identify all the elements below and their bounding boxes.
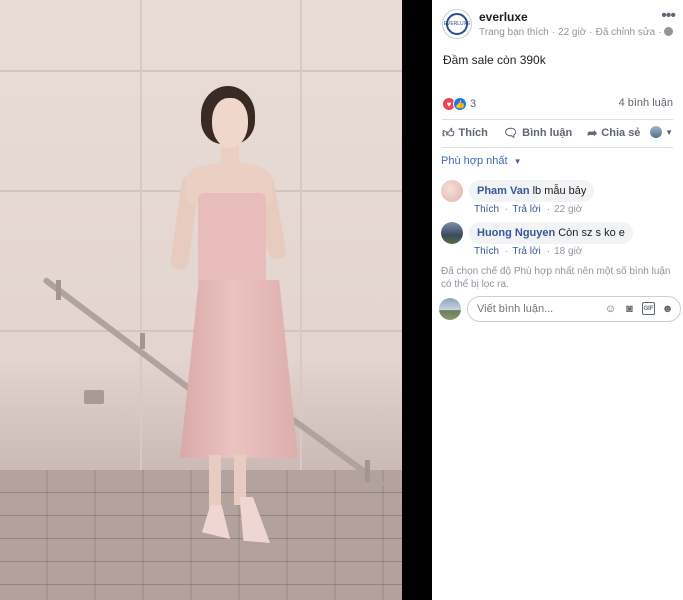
post-panel: EVERLUXE everluxe Trang bạn thích · 22 giờ… <box>432 0 683 600</box>
thumbs-up-icon: 👍︎ <box>442 125 455 140</box>
comment-reply-link[interactable]: Trả lời <box>512 204 540 215</box>
sort-label: Phù hợp nhất <box>441 155 508 167</box>
like-reaction-icon: 👍 <box>453 97 467 111</box>
wall-plaque <box>84 390 104 404</box>
comment-icon: 🗨︎ <box>502 126 519 140</box>
wall-seam <box>300 0 302 470</box>
globe-icon <box>664 27 674 36</box>
divider <box>442 147 673 148</box>
like-label: Thích <box>458 127 488 139</box>
gif-icon[interactable]: GIF <box>642 302 655 315</box>
comment-count[interactable]: 4 bình luận <box>619 97 673 109</box>
rail-post <box>140 333 145 349</box>
wall-seam <box>140 0 142 470</box>
brand-logo: EVERLUXE <box>444 13 470 35</box>
comment-input[interactable] <box>477 303 587 315</box>
comment-text: lb mẫu bảy <box>532 185 587 197</box>
camera-icon[interactable]: ◙ <box>623 302 636 315</box>
share-button[interactable]: ➦ Chia sẻ <box>587 126 640 140</box>
figure-neck <box>221 145 239 171</box>
comment-like-link[interactable]: Thích <box>474 246 499 257</box>
page-name[interactable]: everluxe <box>479 10 528 24</box>
page-avatar[interactable]: EVERLUXE <box>442 9 472 39</box>
dress-skirt <box>180 280 298 458</box>
comment-label: Bình luận <box>522 127 573 139</box>
chevron-down-icon: ▼ <box>665 127 673 137</box>
comment-author[interactable]: Huong Nguyen <box>477 227 555 239</box>
comment-bubble: Huong Nguyen Còn sz s ko e <box>469 222 633 244</box>
photo-image <box>0 0 402 600</box>
liked-page-label: Trang bạn thích <box>479 27 549 38</box>
sticker-icon[interactable]: ☻ <box>661 302 674 315</box>
comment-reply-link[interactable]: Trả lời <box>512 246 540 257</box>
reactions-summary[interactable]: ♥ 👍 3 <box>442 96 476 112</box>
figure-face <box>212 98 248 148</box>
action-bar: 👍︎ Thích 🗨︎ Bình luận ➦ Chia sẻ ▼ <box>442 120 673 146</box>
like-button[interactable]: 👍︎ Thích <box>442 126 488 141</box>
wall-seam <box>0 70 402 72</box>
edited-label[interactable]: Đã chỉnh sửa <box>596 27 656 38</box>
comment-button[interactable]: 🗨︎ Bình luận <box>503 126 572 140</box>
comment-meta: Thích · Trả lời · 18 giờ <box>474 246 583 257</box>
comment-text: Còn sz s ko e <box>558 227 625 239</box>
rail-post <box>56 280 61 300</box>
post-time[interactable]: 22 giờ <box>558 27 586 38</box>
post-header: EVERLUXE everluxe Trang bạn thích · 22 giờ… <box>442 8 676 43</box>
comment-time[interactable]: 18 giờ <box>554 246 582 257</box>
comment-time[interactable]: 22 giờ <box>554 204 582 215</box>
share-label: Chia sẻ <box>601 127 641 139</box>
avatar[interactable] <box>441 222 463 244</box>
share-icon: ➦ <box>587 126 598 140</box>
post-meta: Trang bạn thích · 22 giờ · Đã chỉnh sửa · <box>479 27 676 38</box>
comment-composer: ☺ ◙ GIF ☻ <box>439 296 681 322</box>
comment-author[interactable]: Pham Van <box>477 185 530 197</box>
comment-sort-dropdown[interactable]: Phù hợp nhất ▼ <box>441 155 522 167</box>
reaction-count: 3 <box>470 98 477 110</box>
rail-post <box>365 460 370 482</box>
user-avatar <box>650 126 663 138</box>
comment-like-link[interactable]: Thích <box>474 204 499 215</box>
comment-box[interactable]: ☺ ◙ GIF ☻ <box>467 296 681 322</box>
comment-bubble: Pham Van lb mẫu bảy <box>469 180 595 202</box>
avatar[interactable] <box>441 180 463 202</box>
post-as-selector[interactable]: ▼ <box>650 126 673 138</box>
filter-note: Đã chọn chế độ Phù hợp nhất nên một số b… <box>441 266 671 290</box>
comment-meta: Thích · Trả lời · 22 giờ <box>474 204 583 215</box>
dress-bodice <box>198 193 266 285</box>
chevron-down-icon: ▼ <box>513 157 522 166</box>
handrail-left <box>42 276 198 396</box>
paved-ground-lines <box>0 470 402 600</box>
avatar <box>439 298 461 320</box>
post-photo[interactable] <box>0 0 432 600</box>
emoji-icon[interactable]: ☺ <box>604 302 617 315</box>
post-caption: Đầm sale còn 390k <box>443 53 546 67</box>
composer-icons: ☺ ◙ GIF ☻ <box>598 302 674 315</box>
more-icon[interactable]: ••• <box>661 8 676 24</box>
